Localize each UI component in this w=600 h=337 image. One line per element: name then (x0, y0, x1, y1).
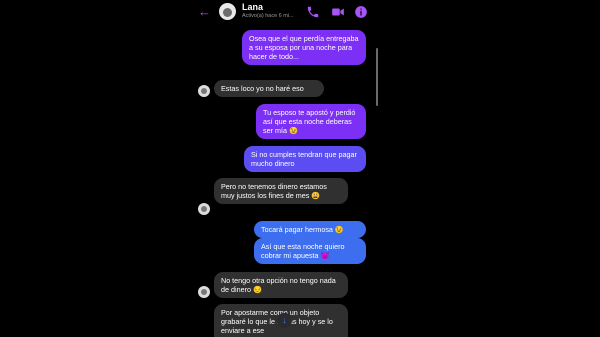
message-text: Pero no tenemos dinero estamos muy justo… (221, 182, 327, 200)
message-outgoing[interactable]: Si no cumples tendran que pagar mucho di… (244, 146, 366, 172)
contact-avatar-small[interactable] (198, 85, 210, 97)
back-arrow-icon[interactable]: ← (198, 5, 212, 19)
video-call-icon[interactable] (331, 5, 345, 19)
info-icon[interactable] (354, 5, 368, 19)
message-text: Tocará pagar hermosa 😉 (261, 225, 344, 234)
message-outgoing[interactable]: Osea que el que perdía entregaba a su es… (242, 30, 366, 65)
message-text: Osea que el que perdía entregaba a su es… (249, 34, 359, 61)
message-text: Así que esta noche quiero cobrar mi apue… (261, 242, 345, 260)
message-incoming[interactable]: Estas loco yo no haré eso (214, 80, 324, 97)
message-incoming[interactable]: No tengo otra opción no tengo nada de di… (214, 272, 348, 298)
arrow-down-icon: ↓ (282, 315, 287, 325)
contact-avatar-small[interactable] (198, 286, 210, 298)
message-text: Tu esposo te apostó y perdió así que est… (263, 108, 356, 135)
message-outgoing[interactable]: Así que esta noche quiero cobrar mi apue… (254, 238, 366, 264)
message-outgoing[interactable]: Tocará pagar hermosa 😉 (254, 221, 366, 238)
contact-avatar[interactable] (219, 3, 236, 20)
contact-avatar-small[interactable] (198, 203, 210, 215)
chat-screen: ← Lana Activo(a) hace 6 mi... Osea que e… (186, 0, 384, 337)
message-text: Si no cumples tendran que pagar mucho di… (251, 150, 357, 168)
chat-header: ← Lana Activo(a) hace 6 mi... (186, 0, 384, 26)
message-text: No tengo otra opción no tengo nada de di… (221, 276, 336, 294)
active-status: Activo(a) hace 6 mi... (242, 13, 294, 19)
phone-call-icon[interactable] (306, 5, 320, 19)
contact-name[interactable]: Lana (242, 2, 263, 12)
message-outgoing[interactable]: Tu esposo te apostó y perdió así que est… (256, 104, 366, 139)
scroll-down-button[interactable]: ↓ (277, 313, 292, 328)
scrollbar[interactable] (376, 48, 378, 106)
message-text: Estas loco yo no haré eso (221, 84, 304, 93)
message-incoming[interactable]: Pero no tenemos dinero estamos muy justo… (214, 178, 348, 204)
